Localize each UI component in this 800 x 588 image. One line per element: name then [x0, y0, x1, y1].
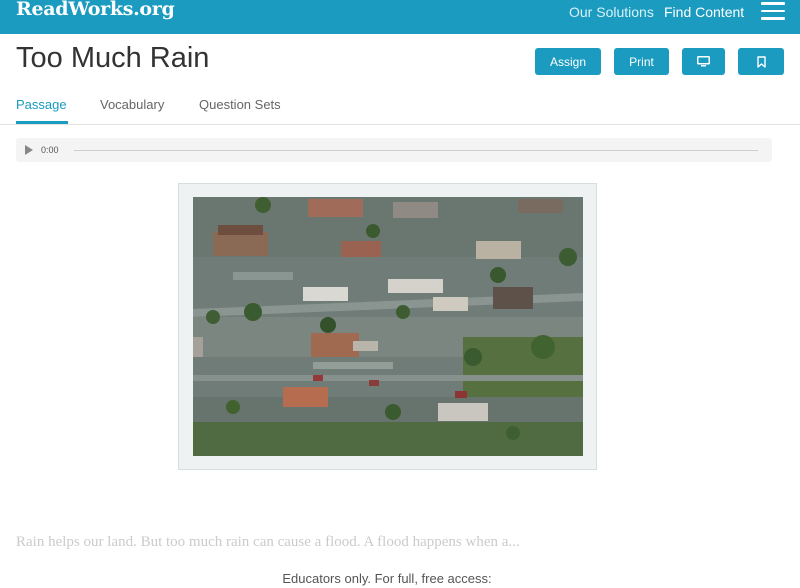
print-button[interactable]: Print: [614, 48, 669, 75]
top-navigation-bar: ReadWorks.org Our Solutions Find Content: [0, 0, 800, 34]
readworks-logo[interactable]: ReadWorks.org: [16, 0, 175, 20]
passage-image-frame: [178, 183, 597, 470]
audio-player: 0:00: [16, 138, 772, 162]
assign-button[interactable]: Assign: [535, 48, 601, 75]
flooded-neighborhood-photo: [193, 197, 583, 456]
audio-time: 0:00: [41, 145, 59, 155]
hamburger-menu-icon[interactable]: [761, 2, 785, 22]
monitor-icon: [697, 56, 710, 67]
tab-passage[interactable]: Passage: [16, 97, 67, 112]
nav-our-solutions[interactable]: Our Solutions: [569, 4, 654, 20]
tab-question-sets[interactable]: Question Sets: [199, 97, 281, 112]
projector-view-button[interactable]: [682, 48, 725, 75]
content-tabs: Passage Vocabulary Question Sets: [0, 92, 800, 125]
play-icon[interactable]: [25, 145, 33, 155]
audio-progress-track[interactable]: [74, 150, 758, 151]
active-tab-indicator: [16, 121, 68, 124]
bookmark-button[interactable]: [738, 48, 784, 75]
page-title: Too Much Rain: [16, 42, 210, 74]
passage-preview-text: Rain helps our land. But too much rain c…: [16, 534, 520, 550]
nav-find-content[interactable]: Find Content: [664, 4, 744, 20]
bookmark-icon: [756, 55, 766, 68]
educators-access-notice: Educators only. For full, free access:: [282, 571, 492, 586]
tab-vocabulary[interactable]: Vocabulary: [100, 97, 164, 112]
